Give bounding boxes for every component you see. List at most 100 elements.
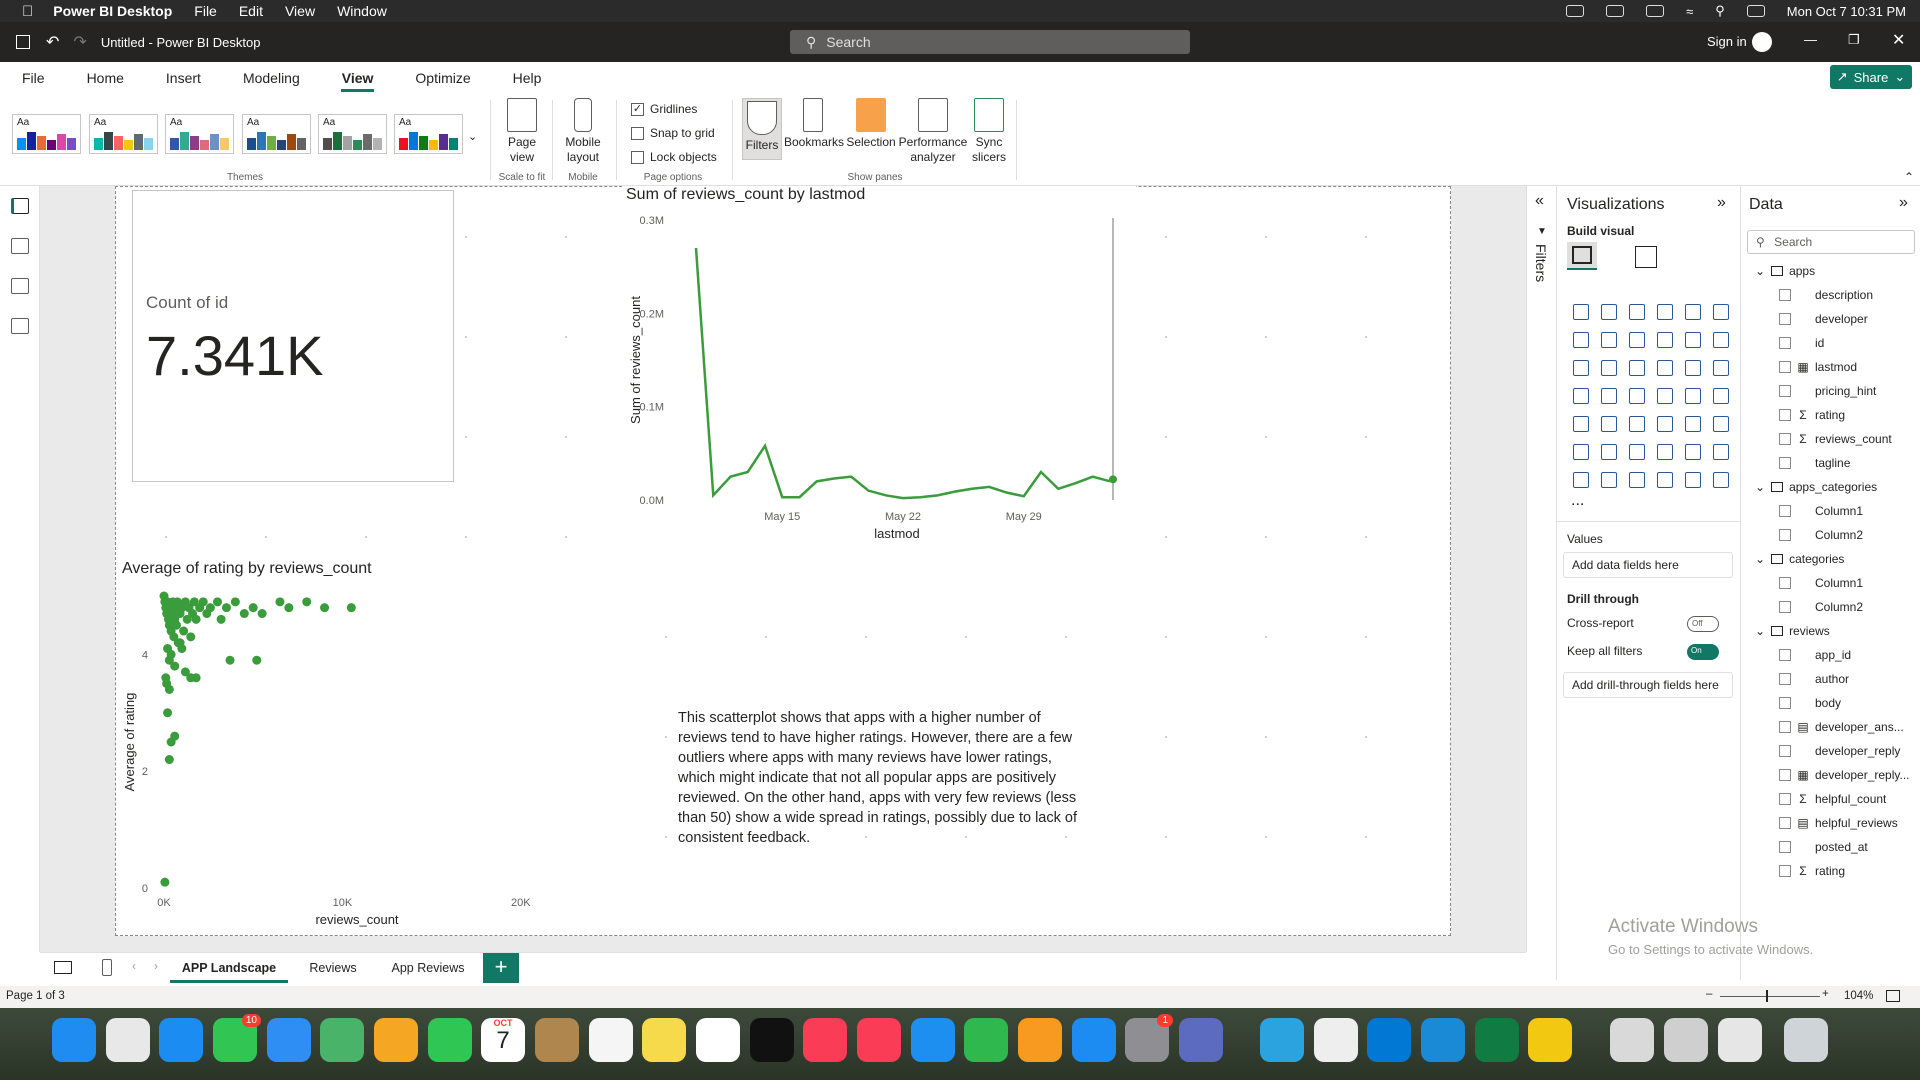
stacked-bar-icon[interactable] [1573,304,1589,320]
100-area-icon[interactable] [1657,332,1673,348]
redo-icon[interactable]: ↷ [73,32,86,52]
map-icon[interactable] [1601,388,1617,404]
notes-icon[interactable] [642,1018,686,1062]
smart-narrative-icon[interactable] [1685,444,1701,460]
drill-through-well[interactable]: Add drill-through fields here [1563,672,1733,698]
table-node[interactable]: ⌄ apps [1755,264,1815,278]
theme-4[interactable]: Aa [242,114,311,154]
menu-edit[interactable]: Edit [239,3,263,19]
field-item[interactable]: ▦ developer_reply... [1779,768,1910,782]
checkbox-icon[interactable] [1779,673,1791,685]
table-view-icon[interactable] [11,238,29,254]
field-item[interactable]: Column2 [1779,600,1863,614]
expand-filters-icon[interactable]: « [1535,192,1544,210]
checkbox-icon[interactable] [1779,865,1791,877]
menu-view[interactable]: View [285,3,315,19]
field-item[interactable]: pricing_hint [1779,384,1876,398]
goals-icon[interactable] [1713,444,1729,460]
table-node[interactable]: ⌄ categories [1755,552,1844,566]
field-item[interactable]: author [1779,672,1849,686]
zoom-in-icon[interactable]: + [1822,988,1829,1000]
undo-icon[interactable]: ↶ [46,32,59,52]
line-column-icon[interactable] [1685,332,1701,348]
control-center-icon[interactable] [1746,5,1765,17]
field-item[interactable]: ▦ lastmod [1779,360,1857,374]
theme-3[interactable]: Aa [165,114,234,154]
apple-icon[interactable]:  [22,3,33,20]
paginated-report-icon[interactable] [1573,472,1589,488]
checkbox-icon[interactable] [1779,649,1791,661]
narrative-textbox[interactable]: This scatterplot shows that apps with a … [678,708,1078,848]
checkbox-icon[interactable] [1779,697,1791,709]
search-box[interactable]: ⚲ Search [790,30,1190,54]
page-tab-app-landscape[interactable]: APP Landscape [170,953,288,983]
checkbox-icon[interactable] [1779,361,1791,373]
waterfall-icon[interactable] [1601,360,1617,376]
tab-optimize[interactable]: Optimize [394,62,491,94]
slicer-icon[interactable] [1629,416,1645,432]
iphone-mirroring-icon[interactable] [1179,1018,1223,1062]
screenshot-stack-icon[interactable] [1718,1018,1762,1062]
excel-icon[interactable] [1475,1018,1519,1062]
filled-map-icon[interactable] [1629,388,1645,404]
edge-icon[interactable] [1421,1018,1465,1062]
spotlight-icon[interactable]: ⚲ [1715,3,1725,19]
checkbox-icon[interactable] [1779,721,1791,733]
maps-icon[interactable] [320,1018,364,1062]
scatter-chart-visual[interactable]: Average of rating by reviews_count 0 2 4 0K… [118,560,628,932]
themes-expand-icon[interactable]: ⌄ [468,130,477,143]
tab-insert[interactable]: Insert [145,62,222,94]
apple-tv-icon[interactable] [750,1018,794,1062]
theme-1[interactable]: Aa [12,114,81,154]
display-icon[interactable] [1606,5,1625,17]
tab-file[interactable]: File [0,62,66,94]
field-item[interactable]: tagline [1779,456,1850,470]
collapse-pane-icon[interactable]: » [1899,194,1908,212]
more-visuals-button[interactable]: ... [1571,492,1584,510]
tab-home[interactable]: Home [66,62,145,94]
field-item[interactable]: developer [1779,312,1868,326]
numbers-icon[interactable] [964,1018,1008,1062]
table-node[interactable]: ⌄ reviews [1755,624,1830,638]
clustered-column-icon[interactable] [1657,304,1673,320]
keynote-icon[interactable] [911,1018,955,1062]
gauge-icon[interactable] [1685,388,1701,404]
stacked-column-icon[interactable] [1601,304,1617,320]
messages-icon[interactable]: 10 [213,1014,261,1062]
pages-icon[interactable] [1018,1018,1062,1062]
avatar[interactable] [1752,32,1772,52]
field-item[interactable]: Column1 [1779,504,1863,518]
values-well[interactable]: Add data fields here [1563,552,1733,578]
clustered-bar-icon[interactable] [1629,304,1645,320]
snap-to-grid-checkbox[interactable]: Snap to grid [631,126,715,140]
lock-objects-checkbox[interactable]: Lock objects [631,150,717,164]
power-automate-icon[interactable] [1657,472,1673,488]
data-search-input[interactable]: ⚲ Search [1747,230,1915,254]
contacts-icon[interactable] [535,1018,579,1062]
cross-report-toggle[interactable]: Off [1687,616,1719,632]
field-item[interactable]: Σreviews_count [1779,432,1892,446]
field-item[interactable]: Σrating [1779,408,1845,422]
music-icon[interactable] [803,1018,847,1062]
prev-page-icon[interactable]: ‹ [132,959,136,973]
signin-link[interactable]: Sign in [1707,34,1747,49]
minimize-icon[interactable]: — [1804,32,1817,47]
card-icon[interactable] [1713,388,1729,404]
tab-help[interactable]: Help [492,62,563,94]
line-chart-icon[interactable] [1573,332,1589,348]
checkbox-icon[interactable] [1779,577,1791,589]
line-chart-visual[interactable]: Sum of reviews_count by lastmod 0.0M 0.1M… [622,186,1136,542]
field-item[interactable]: Column1 [1779,576,1863,590]
kpi-icon[interactable] [1601,416,1617,432]
mail-icon[interactable] [267,1018,311,1062]
build-visual-tab[interactable] [1567,242,1597,270]
calendar-icon[interactable]: OCT 7 [481,1018,525,1062]
multirow-card-icon[interactable] [1573,416,1589,432]
performance-analyzer-button[interactable]: Performance analyzer [898,98,968,165]
power-apps-icon[interactable] [1629,472,1645,488]
checkbox-icon[interactable] [1779,457,1791,469]
checkbox-icon[interactable] [1779,745,1791,757]
field-item[interactable]: Column2 [1779,528,1863,542]
field-item[interactable]: developer_reply [1779,744,1900,758]
checkbox-icon[interactable] [1779,529,1791,541]
